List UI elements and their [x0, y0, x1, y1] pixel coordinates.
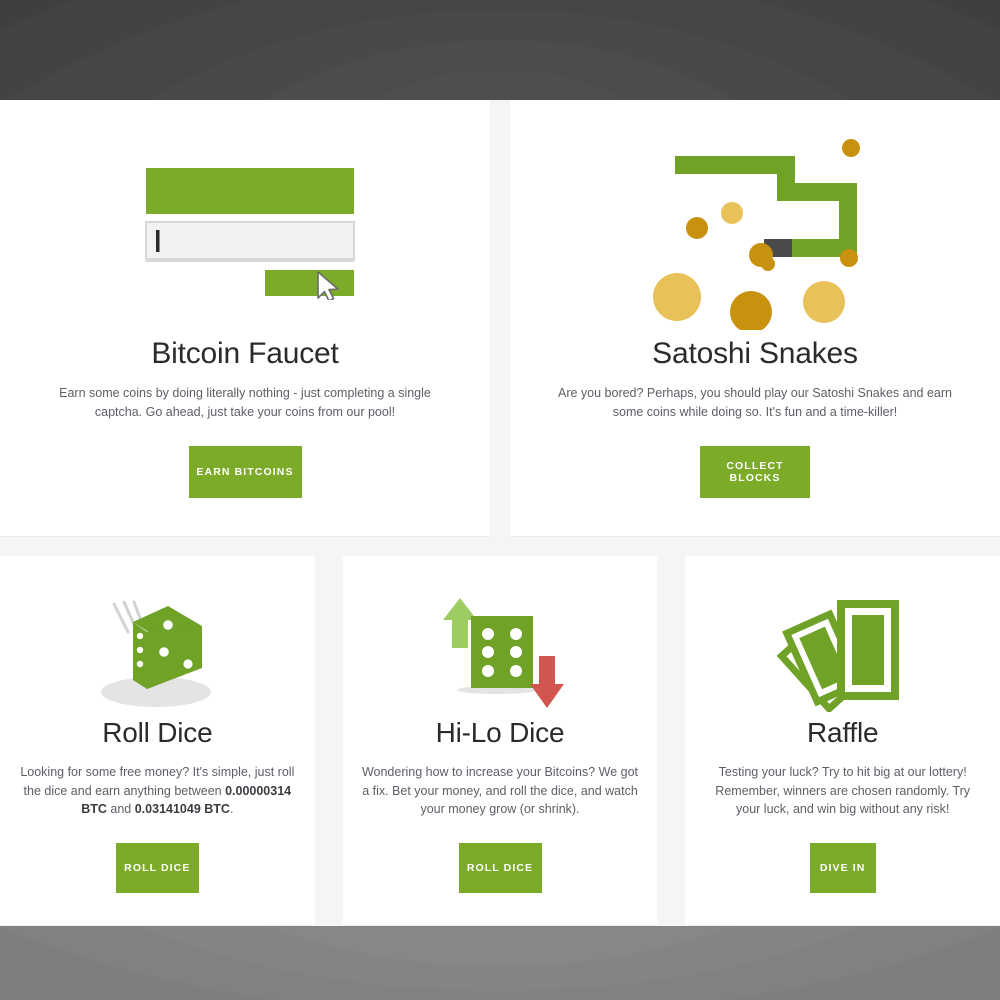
collect-blocks-button[interactable]: COLLECT BLOCKS — [700, 445, 810, 498]
rolling-dice-icon — [0, 578, 315, 718]
card-title: Roll Dice — [102, 717, 213, 748]
arrow-down-icon — [530, 656, 564, 708]
card-title: Satoshi Snakes — [652, 337, 858, 370]
desc-tail: . — [229, 802, 234, 817]
games-row-bottom: Roll Dice Looking for some free money? I… — [0, 556, 1000, 926]
dive-in-button[interactable]: DIVE IN — [809, 843, 876, 894]
game-card-hi-lo-dice[interactable]: Hi-Lo Dice Wondering how to increase you… — [342, 556, 658, 926]
card-description: Wondering how to increase your Bitcoins?… — [361, 764, 639, 817]
desc-middle: and — [106, 802, 135, 817]
card-title: Raffle — [806, 717, 879, 748]
card-description: Are you bored? Perhaps, you should play … — [557, 386, 952, 419]
card-description: Testing your luck? Try to hit big at our… — [715, 764, 971, 817]
grid-gutter — [657, 556, 686, 926]
game-card-raffle[interactable]: Raffle Testing your luck? Try to hit big… — [685, 556, 1000, 926]
hilo-dice-icon — [343, 578, 658, 718]
game-card-satoshi-snakes[interactable]: Satoshi Snakes Are you bored? Perhaps, y… — [510, 100, 1000, 537]
earn-bitcoins-button[interactable]: EARN BITCOINS — [188, 445, 302, 498]
snake-game-icon — [510, 122, 1000, 337]
game-card-bitcoin-faucet[interactable]: Bitcoin Faucet Earn some coins by doing … — [0, 100, 490, 537]
card-title: Bitcoin Faucet — [151, 337, 339, 370]
game-card-roll-dice[interactable]: Roll Dice Looking for some free money? I… — [0, 556, 315, 926]
roll-dice-button[interactable]: ROLL DICE — [458, 843, 542, 894]
page-footer-banner — [0, 926, 1000, 1000]
games-grid: Bitcoin Faucet Earn some coins by doing … — [0, 100, 1000, 926]
raffle-tickets-icon — [685, 578, 1000, 718]
captcha-form-icon — [0, 122, 490, 337]
grid-gutter — [314, 556, 343, 926]
roll-dice-button[interactable]: ROLL DICE — [115, 843, 199, 894]
grid-gutter — [490, 100, 510, 537]
max-btc-value: 0.03141049 BTC — [134, 802, 230, 817]
page-hero-banner — [0, 0, 1000, 100]
card-description: Looking for some free money? It's simple… — [7, 763, 307, 819]
games-row-top: Bitcoin Faucet Earn some coins by doing … — [0, 100, 1000, 537]
card-description: Earn some coins by doing literally nothi… — [59, 386, 431, 419]
card-title: Hi-Lo Dice — [435, 717, 565, 748]
